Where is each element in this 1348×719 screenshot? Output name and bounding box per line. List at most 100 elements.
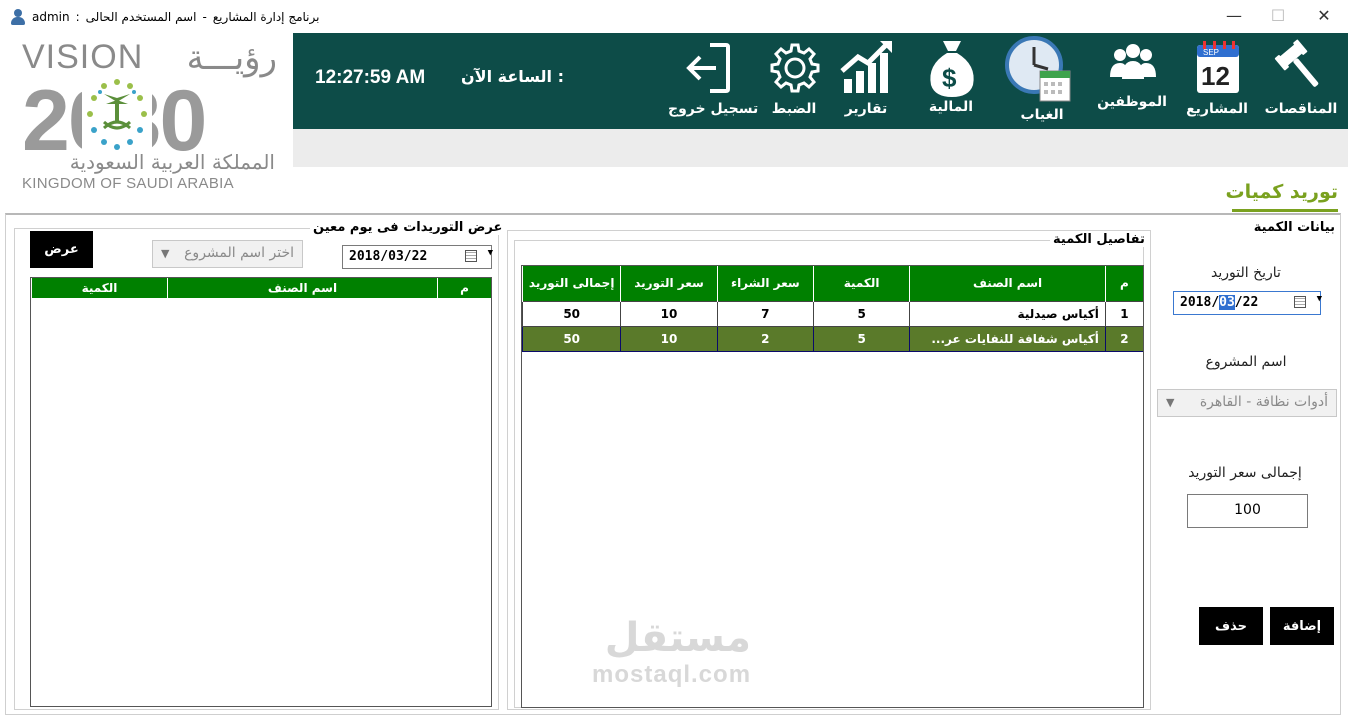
calendar-picker-icon	[465, 250, 477, 262]
nav-finance-label: المالية	[928, 99, 974, 115]
app-title: برنامج إدارة المشاريع	[212, 10, 320, 24]
total-supply-price-input[interactable]: 100	[1187, 494, 1308, 528]
close-button[interactable]: ✕	[1314, 6, 1334, 25]
details-panel-title: تفاصيل الكمية	[1050, 232, 1148, 247]
col-number: م	[437, 278, 491, 298]
time-label: الساعة الآن :	[461, 67, 565, 86]
col-quantity: الكمية	[812, 266, 911, 301]
nav-settings-label: الضبط	[771, 101, 817, 117]
svg-text:$: $	[942, 63, 957, 93]
team-icon	[1110, 44, 1156, 79]
cell-supply-price: 10	[620, 300, 718, 327]
daily-project-select[interactable]: اختر اسم المشروع ▼	[152, 240, 303, 268]
watermark-english: mostaql.com	[592, 661, 752, 688]
daily-project-placeholder: اختر اسم المشروع	[184, 245, 294, 261]
nav-tenders[interactable]: المناقصات	[1261, 39, 1341, 127]
project-select[interactable]: أدوات نظافة - القاهرة ▼	[1157, 389, 1337, 417]
nav-tenders-label: المناقصات	[1264, 101, 1338, 117]
current-user: admin	[32, 10, 70, 24]
date-year: 2018	[1180, 295, 1212, 310]
cell-buy-price: 7	[716, 300, 814, 327]
minimize-button[interactable]: —	[1224, 6, 1244, 25]
chevron-down-icon: ▼	[1166, 396, 1175, 409]
cell-number: 2	[1104, 325, 1143, 352]
palm-emblem-icon	[82, 76, 152, 152]
nav-absence[interactable]: الغياب	[1002, 36, 1082, 127]
nav-projects[interactable]: SEP 12 المشاريع	[1177, 39, 1257, 127]
date-separator: /	[1211, 295, 1220, 310]
cell-item-name: أكياس شفافة للنفايات عر...	[909, 325, 1106, 352]
watermark: مستقل mostaql.com	[592, 615, 751, 689]
col-supply-price: سعر التوريد	[620, 266, 718, 301]
add-button[interactable]: إضافة	[1270, 607, 1334, 645]
current-time: 12:27:59 AM	[315, 67, 426, 88]
calendar-icon: SEP 12	[1197, 41, 1239, 93]
logo-arabic-text: رؤيـــة	[186, 38, 277, 78]
user-icon	[10, 9, 26, 25]
cell-supply-price: 10	[620, 325, 718, 352]
details-table: م اسم الصنف الكمية سعر الشراء سعر التوري…	[522, 266, 1143, 352]
project-name-label: اسم المشروع	[1205, 354, 1287, 370]
logo-kingdom-english: KINGDOM OF SAUDI ARABIA	[22, 175, 234, 192]
table-row[interactable]: 2 أكياس شفافة للنفايات عر... 5 2 10 50	[522, 325, 1143, 352]
title-separator: -	[202, 10, 207, 24]
title-bar: admin : اسم المستخدم الحالى - برنامج إدا…	[0, 0, 1348, 33]
title-colon: :	[75, 10, 80, 24]
money-bag-icon: $	[930, 41, 974, 97]
window-title: admin : اسم المستخدم الحالى - برنامج إدا…	[10, 9, 319, 25]
gavel-icon	[1274, 39, 1319, 87]
calendar-picker-icon	[1294, 296, 1306, 308]
page-title-underline	[1232, 209, 1338, 212]
vision-2030-logo: VISION رؤيـــة 2030 المملكة العربية السع…	[22, 38, 277, 198]
nav-employees-label: الموظفين	[1097, 94, 1167, 110]
show-button[interactable]: عرض	[30, 231, 93, 268]
gear-icon	[770, 43, 820, 93]
nav-finance[interactable]: $ المالية	[911, 39, 991, 127]
user-label: اسم المستخدم الحالى	[85, 10, 197, 24]
cell-number: 1	[1104, 300, 1143, 327]
watermark-arabic: مستقل	[604, 615, 752, 661]
dropdown-arrow-icon: ▼	[487, 248, 493, 258]
dropdown-arrow-icon: ▼	[1316, 294, 1322, 304]
logo-kingdom-arabic: المملكة العربية السعودية	[69, 150, 275, 174]
nav-absence-label: الغياب	[1020, 107, 1064, 123]
col-buy-price: سعر الشراء	[716, 266, 814, 301]
daily-grid[interactable]: م اسم الصنف الكمية	[30, 277, 492, 707]
quantity-panel-title: بيانات الكمية	[1250, 220, 1338, 235]
cell-buy-price: 2	[716, 325, 814, 352]
maximize-button[interactable]: ☐	[1268, 6, 1288, 25]
date-separator: /	[1234, 295, 1243, 310]
nav-logout[interactable]: تسجيل خروج	[668, 39, 759, 127]
daily-table: م اسم الصنف الكمية	[31, 278, 491, 298]
calendar-month: SEP	[1203, 48, 1219, 57]
nav-employees[interactable]: الموظفين	[1092, 39, 1172, 127]
toolbar-spacer	[293, 129, 1348, 167]
supply-date-label: تاريخ التوريد	[1211, 265, 1281, 281]
table-row[interactable]: 1 أكياس صيدلية 5 7 10 50	[522, 300, 1143, 327]
nav-reports-label: تقارير	[844, 101, 888, 117]
col-item-name: اسم الصنف	[909, 266, 1106, 301]
total-supply-price-label: إجمالى سعر التوريد	[1188, 465, 1302, 481]
nav-settings[interactable]: الضبط	[754, 39, 834, 127]
delete-button[interactable]: حذف	[1199, 607, 1263, 645]
clock-calendar-icon	[1005, 36, 1071, 102]
col-total-supply: إجمالى التوريد	[522, 266, 622, 301]
date-month: 03	[1219, 295, 1235, 310]
cell-total-supply: 50	[522, 300, 622, 327]
supply-date-input[interactable]: 2018/03/22 ▼	[1173, 291, 1322, 315]
date-day: 22	[1242, 295, 1259, 310]
daily-panel-title: عرض التوريدات فى يوم معين	[310, 220, 506, 235]
col-item-name: اسم الصنف	[167, 278, 438, 298]
nav-logout-label: تسجيل خروج	[668, 101, 759, 117]
calendar-day: 12	[1201, 61, 1230, 91]
header-toolbar: 12:27:59 AM الساعة الآن : المناقصات SEP …	[293, 33, 1348, 129]
bar-chart-icon	[840, 41, 892, 93]
cell-total-supply: 50	[522, 325, 622, 352]
nav-reports[interactable]: تقارير	[826, 39, 906, 127]
cell-quantity: 5	[812, 325, 911, 352]
daily-date-value: 2018/03/22	[349, 249, 428, 264]
col-quantity: الكمية	[31, 278, 168, 298]
daily-date-input[interactable]: 2018/03/22 ▼	[342, 245, 493, 269]
logout-icon	[686, 43, 730, 93]
cell-item-name: أكياس صيدلية	[909, 300, 1106, 327]
